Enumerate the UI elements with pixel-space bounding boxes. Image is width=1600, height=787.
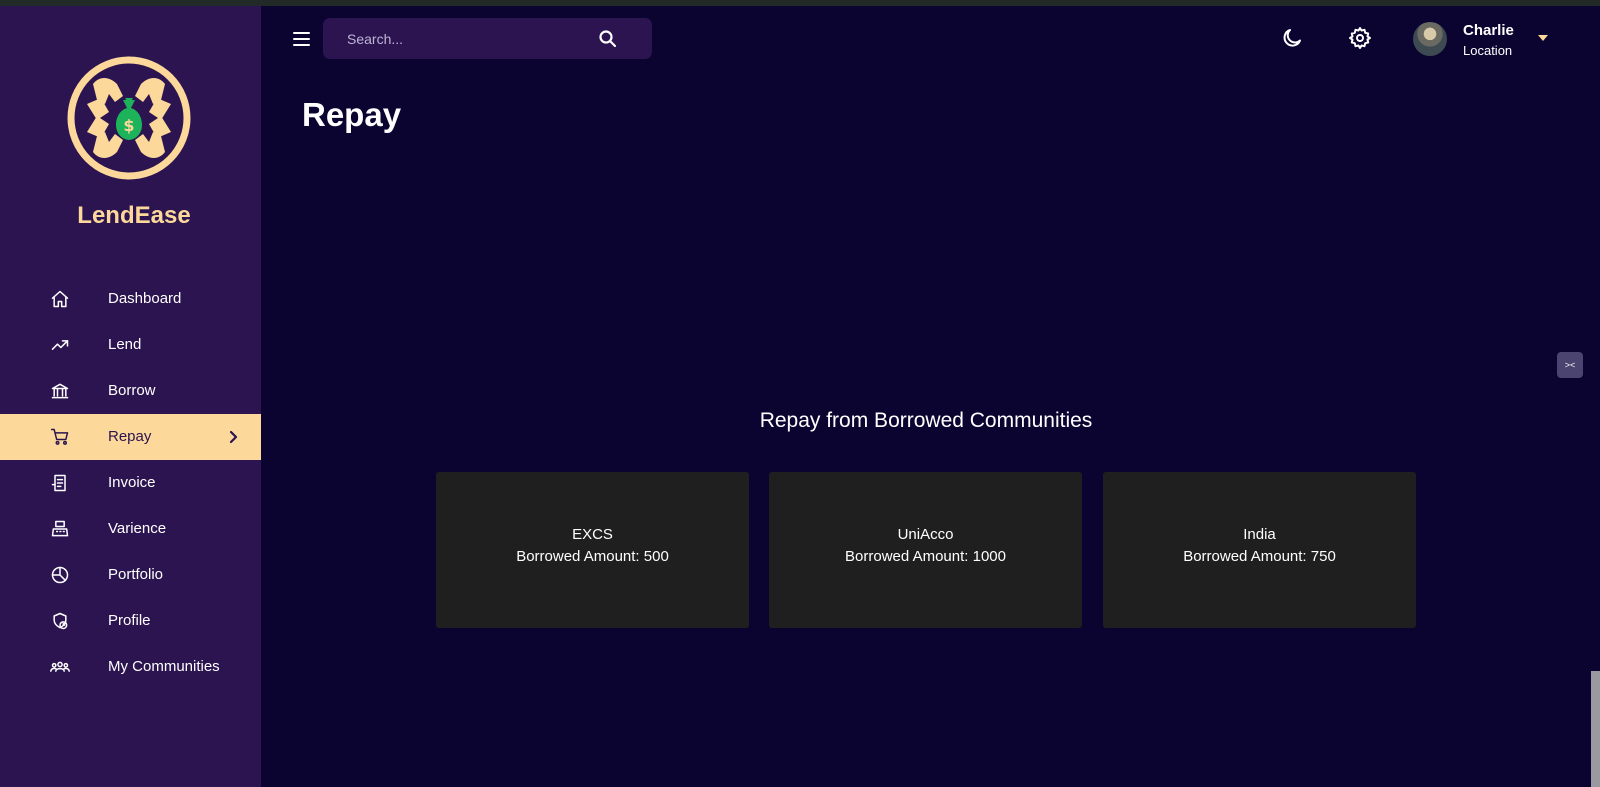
hamburger-line [293, 38, 310, 40]
community-card[interactable]: UniAcco Borrowed Amount: 1000 [769, 472, 1082, 628]
sidebar-item-invoice[interactable]: Invoice [0, 460, 261, 506]
sidebar-item-label: Portfolio [108, 566, 164, 583]
sidebar-item-label: Lend [108, 336, 142, 353]
sidebar-item-lend[interactable]: Lend [0, 322, 261, 368]
sidebar-item-label: Invoice [108, 474, 156, 491]
scrollbar-thumb[interactable] [1591, 671, 1600, 787]
app-window: $ LendEase Dashboard Lend Borrow Repay I… [0, 6, 1600, 787]
borrowed-amount: Borrowed Amount: 1000 [845, 548, 1006, 565]
avatar[interactable] [1413, 22, 1447, 56]
sidebar: $ LendEase Dashboard Lend Borrow Repay I… [0, 6, 261, 787]
bank-icon [50, 381, 70, 401]
home-icon [50, 289, 70, 309]
cart-icon [50, 427, 70, 447]
sidebar-item-label: Profile [108, 612, 151, 629]
sidebar-item-label: Varience [108, 520, 167, 537]
community-name: India [1243, 526, 1276, 543]
community-card[interactable]: EXCS Borrowed Amount: 500 [436, 472, 749, 628]
group-icon [50, 657, 70, 677]
brand-name: LendEase [77, 202, 191, 229]
svg-text:$: $ [123, 116, 134, 135]
sidebar-item-borrow[interactable]: Borrow [0, 368, 261, 414]
search-bar [323, 18, 652, 59]
sidebar-item-dashboard[interactable]: Dashboard [0, 276, 261, 322]
chevron-right-icon [226, 429, 240, 445]
sidebar-item-my-communities[interactable]: My Communities [0, 644, 261, 690]
sidebar-item-label: My Communities [108, 658, 220, 675]
scrollbar-track[interactable] [1588, 6, 1600, 787]
brand-logo: $ [65, 54, 193, 182]
community-card-list: EXCS Borrowed Amount: 500 UniAcco Borrow… [436, 472, 1416, 628]
community-card[interactable]: India Borrowed Amount: 750 [1103, 472, 1416, 628]
shield-clock-icon [50, 611, 70, 631]
sidebar-nav: Dashboard Lend Borrow Repay Invoice Vari… [0, 276, 261, 690]
borrowed-amount: Borrowed Amount: 500 [516, 548, 669, 565]
community-name: EXCS [572, 526, 613, 543]
user-name: Charlie [1463, 22, 1514, 39]
community-name: UniAcco [897, 526, 954, 543]
gear-icon[interactable] [1348, 26, 1372, 50]
page-title: Repay [302, 96, 402, 133]
search-input[interactable] [347, 28, 597, 50]
sidebar-item-label: Borrow [108, 382, 156, 399]
menu-toggle-button[interactable] [293, 32, 315, 50]
user-location: Location [1463, 43, 1513, 58]
search-icon[interactable] [598, 29, 618, 49]
sidebar-item-varience[interactable]: Varience [0, 506, 261, 552]
dark-mode-toggle-icon[interactable] [1280, 26, 1304, 50]
receipt-icon [50, 473, 70, 493]
sidebar-item-portfolio[interactable]: Portfolio [0, 552, 261, 598]
sidebar-item-label: Repay [108, 428, 152, 445]
hamburger-line [293, 44, 310, 46]
chevron-down-icon[interactable] [1538, 35, 1548, 41]
sidebar-item-label: Dashboard [108, 290, 182, 307]
pie-chart-icon [50, 565, 70, 585]
trending-up-icon [50, 335, 70, 355]
borrowed-amount: Borrowed Amount: 750 [1183, 548, 1336, 565]
sidebar-item-profile[interactable]: Profile [0, 598, 261, 644]
hamburger-line [293, 32, 310, 34]
sidebar-item-repay[interactable]: Repay [0, 414, 261, 460]
section-title: Repay from Borrowed Communities [759, 409, 1093, 432]
register-icon [50, 519, 70, 539]
side-panel-toggle-icon[interactable]: >< [1557, 352, 1583, 378]
